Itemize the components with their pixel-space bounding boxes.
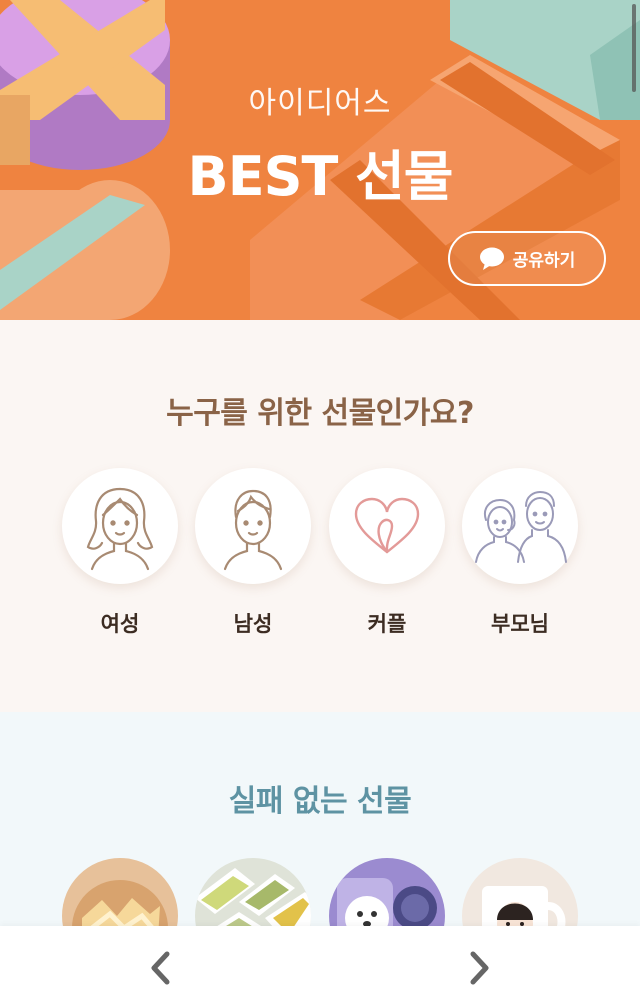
hero-banner: 아이디어스 BEST 선물 공유하기 [0,0,640,320]
back-button[interactable] [130,938,190,998]
recipient-parents-label: 부모님 [491,612,549,636]
recipient-man-avatar [195,468,311,584]
speech-bubble-icon [479,247,504,270]
recipient-couple-label: 커플 [367,612,407,636]
recipient-parents[interactable]: 부모님 [462,468,578,638]
woman-icon [86,487,154,571]
recipient-couple-avatar [329,468,445,584]
share-button-label: 공유하기 [512,251,576,271]
heart-icon [354,497,420,554]
share-button[interactable]: 공유하기 [448,231,606,286]
recipient-woman-avatar [62,468,178,584]
recipient-parents-avatar [462,468,578,584]
chevron-left-icon [151,951,170,985]
recipient-man[interactable]: 남성 [195,468,311,638]
man-icon [223,489,283,571]
recipient-woman[interactable]: 여성 [62,468,178,638]
recipient-couple[interactable]: 커플 [329,468,445,638]
chevron-right-icon [470,951,489,985]
forward-button[interactable] [450,938,510,998]
recipient-section: 누구를 위한 선물인가요? 여성 남성 커플 부모님 [0,320,640,712]
recipient-section-title: 누구를 위한 선물인가요? [166,396,474,431]
recipient-woman-label: 여성 [100,612,140,636]
parents-icon [475,490,567,563]
hero-title: BEST 선물 [187,145,454,208]
hero-subtitle: 아이디어스 [248,86,392,121]
bottom-navigation-bar [0,926,640,1008]
safe-gift-section-title: 실패 없는 선물 [228,784,412,819]
recipient-man-label: 남성 [233,612,273,636]
